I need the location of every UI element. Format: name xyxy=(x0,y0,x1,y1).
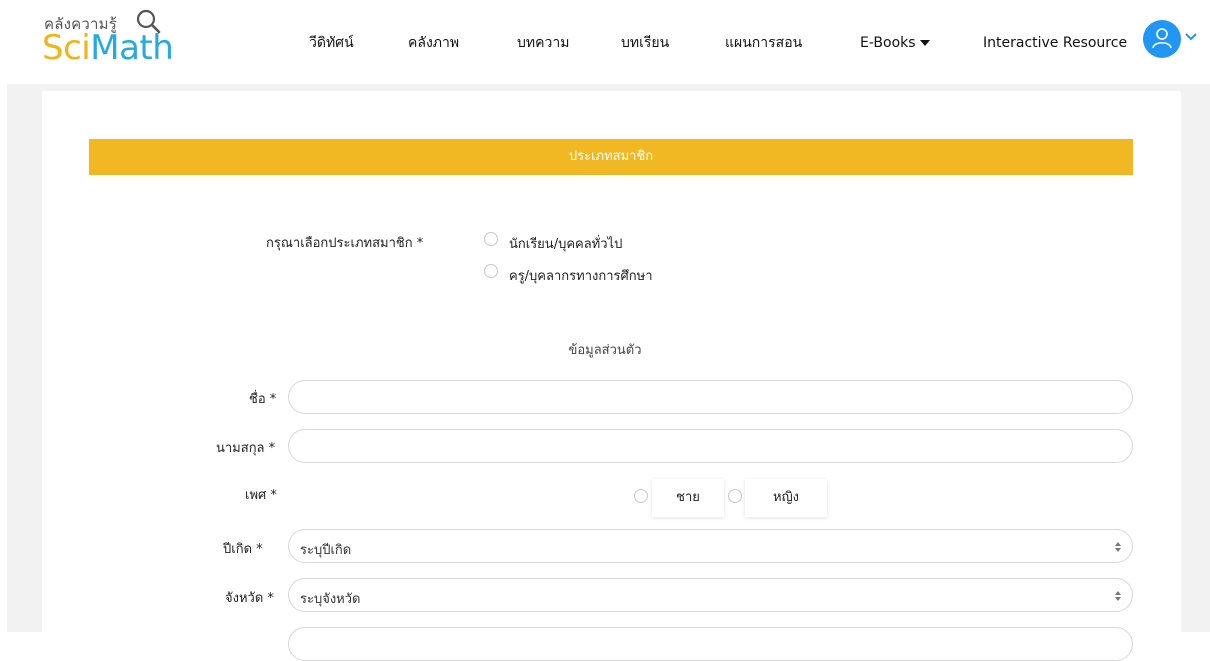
first-name-input[interactable] xyxy=(288,380,1133,414)
caret-down-icon xyxy=(919,40,930,46)
nav-articles[interactable]: บทความ xyxy=(517,31,569,55)
nav-image-library[interactable]: คลังภาพ xyxy=(408,31,459,55)
gender-option-female[interactable]: หญิง xyxy=(745,479,827,517)
last-name-label: นามสกุล * xyxy=(216,441,276,456)
site-header: คลังความรู้ SciMath วีดิทัศน์ คลังภาพ บท… xyxy=(0,0,1210,84)
nav-ebooks-label: E-Books xyxy=(860,35,916,51)
section-title-bar: ประเภทสมาชิก xyxy=(89,139,1133,175)
select-arrows-icon xyxy=(1115,591,1121,601)
province-label: จังหวัด * xyxy=(225,591,274,606)
nav-interactive-resource[interactable]: Interactive Resource xyxy=(983,31,1127,55)
birth-year-value: ระบุปีเกิด xyxy=(300,543,352,558)
nav-lessons[interactable]: บทเรียน xyxy=(621,31,669,55)
first-name-label: ชื่อ * xyxy=(249,392,277,407)
user-icon xyxy=(1152,28,1172,49)
next-field-partial[interactable] xyxy=(288,627,1133,661)
gender-option-male[interactable]: ชาย xyxy=(652,479,724,517)
gender-label: เพศ * xyxy=(245,488,277,503)
scimath-logo[interactable]: คลังความรู้ SciMath xyxy=(42,8,182,70)
nav-videos[interactable]: วีดิทัศน์ xyxy=(309,31,354,55)
province-value: ระบุจังหวัด xyxy=(300,592,361,607)
chevron-down-icon[interactable] xyxy=(1184,30,1198,44)
member-type-option-teacher[interactable]: ครู/บุคลากรทางการศึกษา xyxy=(509,265,653,286)
last-name-input[interactable] xyxy=(288,429,1133,463)
user-avatar-button[interactable] xyxy=(1143,20,1181,58)
select-arrows-icon xyxy=(1115,542,1121,552)
member-type-radio-teacher[interactable] xyxy=(484,264,498,278)
nav-ebooks[interactable]: E-Books xyxy=(860,31,930,55)
logo-math: Math xyxy=(90,28,174,68)
nav-lesson-plans[interactable]: แผนการสอน xyxy=(725,31,802,55)
member-type-option-student[interactable]: นักเรียน/บุคคลทั่วไป xyxy=(509,233,622,254)
member-type-label: กรุณาเลือกประเภทสมาชิก * xyxy=(266,236,424,251)
personal-info-heading: ข้อมูลส่วนตัว xyxy=(568,343,642,358)
logo-wordmark: SciMath xyxy=(42,28,174,68)
member-type-radio-student[interactable] xyxy=(484,232,498,246)
birth-year-label: ปีเกิด * xyxy=(223,542,263,557)
birth-year-select[interactable]: ระบุปีเกิด xyxy=(288,529,1133,563)
gender-radio-male[interactable] xyxy=(634,489,648,503)
province-select[interactable]: ระบุจังหวัด xyxy=(288,578,1133,612)
logo-sci: Sci xyxy=(42,28,91,68)
gender-radio-female[interactable] xyxy=(728,489,742,503)
